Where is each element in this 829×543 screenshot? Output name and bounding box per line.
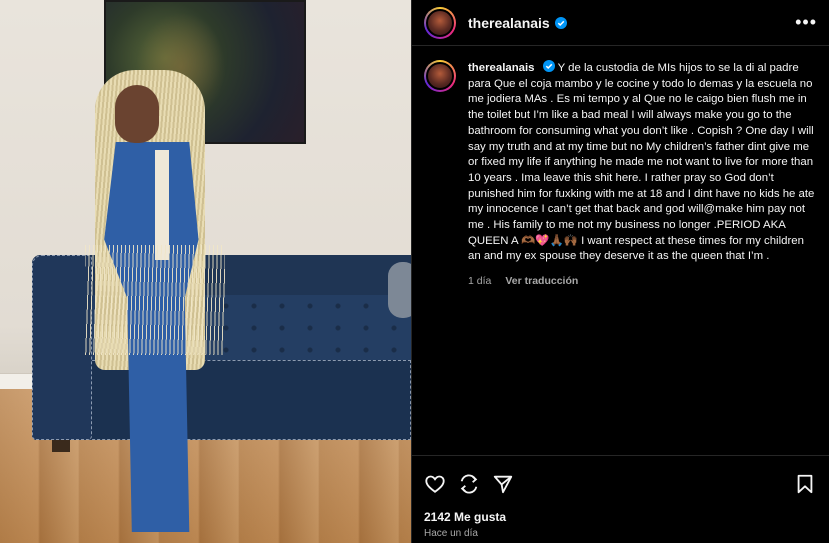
likes-count[interactable]: 2142 Me gusta [412,500,829,524]
heart-icon[interactable] [424,473,448,497]
post-header: therealanais ••• [412,0,829,46]
see-translation-link[interactable]: Ver traducción [505,275,578,287]
caption-body-text: Y de la custodia de MIs hijos to se la d… [468,62,815,263]
share-icon[interactable] [492,473,516,497]
verified-badge-icon [542,60,555,72]
post-timestamp[interactable]: Hace un día [412,524,829,539]
avatar[interactable] [424,6,456,39]
post-photo[interactable] [0,0,411,543]
face [115,85,159,143]
more-options-icon[interactable]: ••• [795,12,817,33]
comment-icon[interactable] [458,473,482,497]
post-viewer: therealanais ••• therealanais Y de la cu… [0,0,829,543]
bookmark-icon[interactable] [794,473,818,497]
caption-text: therealanais Y de la custodia de MIs hij… [468,60,817,265]
caption-avatar[interactable] [424,60,456,92]
caption-meta: 1 día Ver traducción [468,275,817,287]
caption-block: therealanais Y de la custodia de MIs hij… [412,46,829,287]
avatar-image [426,8,454,37]
username-text: therealanais [468,14,550,31]
caption-username[interactable]: therealanais [468,62,534,74]
woman-in-blue-dress [75,70,225,540]
verified-badge-icon [554,16,567,29]
bench-leg [52,440,70,452]
action-bar [412,456,829,500]
post-footer: 2142 Me gusta Hace un día [412,455,829,543]
caption-body: therealanais Y de la custodia de MIs hij… [468,60,817,287]
avatar-image [426,62,454,90]
gray-pillow [388,262,411,318]
post-side-panel: therealanais ••• therealanais Y de la cu… [411,0,829,543]
fringe-belt [85,245,225,355]
dress-embroidery [155,150,169,260]
caption-time[interactable]: 1 día [468,275,491,287]
username-link[interactable]: therealanais [468,15,567,31]
